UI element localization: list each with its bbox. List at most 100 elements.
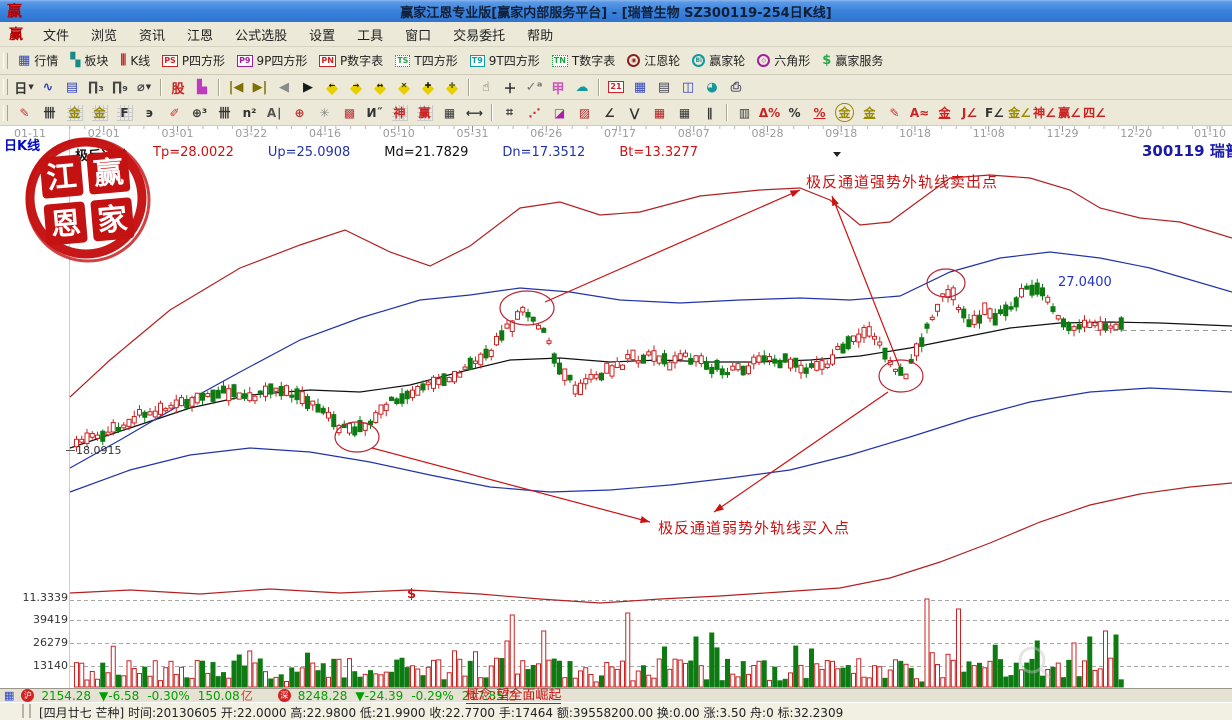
menu-item-1[interactable]: 文件 <box>32 23 80 46</box>
menu-item-4[interactable]: 江恩 <box>176 23 224 46</box>
hand-tool[interactable]: ☝ <box>475 77 497 97</box>
gold-angle-tool[interactable]: 金∠ <box>1008 103 1031 123</box>
menu-item-3[interactable]: 资讯 <box>128 23 176 46</box>
si-angle-tool[interactable]: 四∠ <box>1083 103 1106 123</box>
spiral-tool[interactable]: ϶ <box>138 103 161 123</box>
zoom-full-button[interactable]: ◆✛ <box>441 77 463 97</box>
scale-bars-tool[interactable]: ▥ <box>733 103 756 123</box>
f-angle-tool[interactable]: F∠ <box>983 103 1006 123</box>
calendar-21-icon[interactable]: 21 <box>605 77 627 97</box>
jia-grid-tool[interactable]: 甲 <box>547 77 569 97</box>
quotes-button[interactable]: ▦行情 <box>12 51 64 70</box>
splitter-grip[interactable] <box>22 704 31 718</box>
hexagon-button[interactable]: ◇六角形 <box>751 51 816 70</box>
news-ticker[interactable]: 概念:望全面崛起 <box>466 688 561 704</box>
next-button[interactable]: ▶ <box>297 77 319 97</box>
p-number-button[interactable]: PNP数字表 <box>313 51 389 70</box>
gold-grid-tool-1[interactable]: 金 <box>63 103 86 123</box>
toolbar-grip[interactable] <box>3 79 8 95</box>
kline-button[interactable]: ⫼K线 <box>114 51 156 70</box>
fan-box-tool[interactable]: ◪ <box>548 103 571 123</box>
scroll-both-button[interactable]: ◆↔ <box>369 77 391 97</box>
check-a-tool[interactable]: ✓ᵃ <box>523 77 545 97</box>
angle-lines-tool[interactable]: ∠ <box>598 103 621 123</box>
zigzag-icon[interactable]: ∿ <box>37 77 59 97</box>
menu-item-8[interactable]: 窗口 <box>394 23 442 46</box>
last-page-button[interactable]: ▶| <box>249 77 271 97</box>
menu-item-5[interactable]: 公式选股 <box>224 23 298 46</box>
red-grid-tool[interactable]: ▦ <box>648 103 671 123</box>
gann-grid-tool[interactable]: 卌 <box>38 103 61 123</box>
printer-icon[interactable]: ⎙ <box>725 77 747 97</box>
angle-a-tool[interactable]: A∣ <box>263 103 286 123</box>
n-square-tool[interactable]: n² <box>238 103 261 123</box>
toolbar-grip[interactable] <box>3 105 8 121</box>
winner-wheel-button[interactable]: Bi赢家轮 <box>686 51 751 70</box>
gann-wheel-button[interactable]: ◉江恩轮 <box>621 51 686 70</box>
save-icon[interactable]: ◫ <box>677 77 699 97</box>
p-square-button[interactable]: PSP四方形 <box>156 51 231 70</box>
menu-item-7[interactable]: 工具 <box>346 23 394 46</box>
gold-line2-tool[interactable]: 金 <box>933 103 956 123</box>
ying-grid-tool[interactable]: 赢 <box>413 103 436 123</box>
circle-cross-tool[interactable]: ⊕ <box>288 103 311 123</box>
kline-chart[interactable] <box>0 126 1232 688</box>
grid-arrow-tool[interactable]: ▦ <box>673 103 696 123</box>
crosshair-tool[interactable]: ＋ <box>499 77 521 97</box>
step3-icon[interactable]: ∏₃ <box>85 77 107 97</box>
zoom-in-button[interactable]: ◆✚ <box>417 77 439 97</box>
menu-item-2[interactable]: 浏览 <box>80 23 128 46</box>
box-tool[interactable]: ⌗ <box>498 103 521 123</box>
menu-item-6[interactable]: 设置 <box>298 23 346 46</box>
grid-123-tool[interactable]: ▦ <box>438 103 461 123</box>
pie-globe-icon[interactable]: ◕ <box>701 77 723 97</box>
candle-style-dropdown[interactable]: ⌀▼ <box>133 77 155 97</box>
grid-fan-tool[interactable]: ▨ <box>573 103 596 123</box>
ray-fan-tool[interactable]: ⋰ <box>523 103 546 123</box>
menu-item-9[interactable]: 交易委托 <box>442 23 516 46</box>
gold-grid-tool-2[interactable]: 金 <box>88 103 111 123</box>
pct-line-tool[interactable]: % <box>808 103 831 123</box>
t-square-button[interactable]: TST四方形 <box>389 51 464 70</box>
t9-square-button[interactable]: T99T四方形 <box>464 51 546 70</box>
width-arrows-tool[interactable]: ⟷ <box>463 103 486 123</box>
ying-angle-tool[interactable]: 赢∠ <box>1058 103 1081 123</box>
scroll-left-button[interactable]: ◆← <box>321 77 343 97</box>
sectors-button[interactable]: ▚板块 <box>64 51 114 70</box>
title-bar[interactable]: 赢 赢家江恩专业版[赢家内部服务平台] - [瑞普生物 SZ300119-254… <box>0 0 1232 22</box>
shen-grid-tool[interactable]: 神 <box>388 103 411 123</box>
prev-button[interactable]: ◀ <box>273 77 295 97</box>
p9-square-button[interactable]: P99P四方形 <box>231 51 313 70</box>
step9-icon[interactable]: ∏₉ <box>109 77 131 97</box>
i-marks-tool[interactable]: И˝ <box>363 103 386 123</box>
first-page-button[interactable]: |◀ <box>225 77 247 97</box>
percent-tool[interactable]: % <box>783 103 806 123</box>
quote-grid-icon[interactable]: ▦ <box>4 689 14 702</box>
web-box-tool[interactable]: ▩ <box>338 103 361 123</box>
brush2-tool[interactable]: ✐ <box>163 103 186 123</box>
period-dropdown[interactable]: 日▼ <box>13 77 35 97</box>
star-web-tool[interactable]: ✳ <box>313 103 336 123</box>
circle3-tool[interactable]: ⊕³ <box>188 103 211 123</box>
f-grid-tool[interactable]: F <box>113 103 136 123</box>
winner-service-button[interactable]: $赢家服务 <box>816 51 889 70</box>
menu-item-10[interactable]: 帮助 <box>516 23 564 46</box>
grid2-tool[interactable]: 卌 <box>213 103 236 123</box>
scroll-right-button[interactable]: ◆→ <box>345 77 367 97</box>
v-dotted-tool[interactable]: ⋁ <box>623 103 646 123</box>
shen-angle-tool[interactable]: 神∠ <box>1033 103 1056 123</box>
t-number-button[interactable]: TNT数字表 <box>546 51 622 70</box>
colored-chart-icon[interactable]: ▙ <box>191 77 213 97</box>
brush3-tool[interactable]: ✎ <box>883 103 906 123</box>
stock-figure-icon[interactable]: 股 <box>167 77 189 97</box>
calculator-icon[interactable]: ▦ <box>629 77 651 97</box>
brush-tool[interactable]: ✎ <box>13 103 36 123</box>
parallel-tool[interactable]: ∥ <box>698 103 721 123</box>
document-icon[interactable]: ▤ <box>61 77 83 97</box>
gold-line-tool[interactable]: 金 <box>858 103 881 123</box>
pct-triangle-tool[interactable]: Δ% <box>758 103 781 123</box>
j-angle-tool[interactable]: J∠ <box>958 103 981 123</box>
toolbar-grip[interactable] <box>3 53 8 69</box>
zoom-out-button[interactable]: ◆✕ <box>393 77 415 97</box>
a-wave-tool[interactable]: A≈ <box>908 103 931 123</box>
